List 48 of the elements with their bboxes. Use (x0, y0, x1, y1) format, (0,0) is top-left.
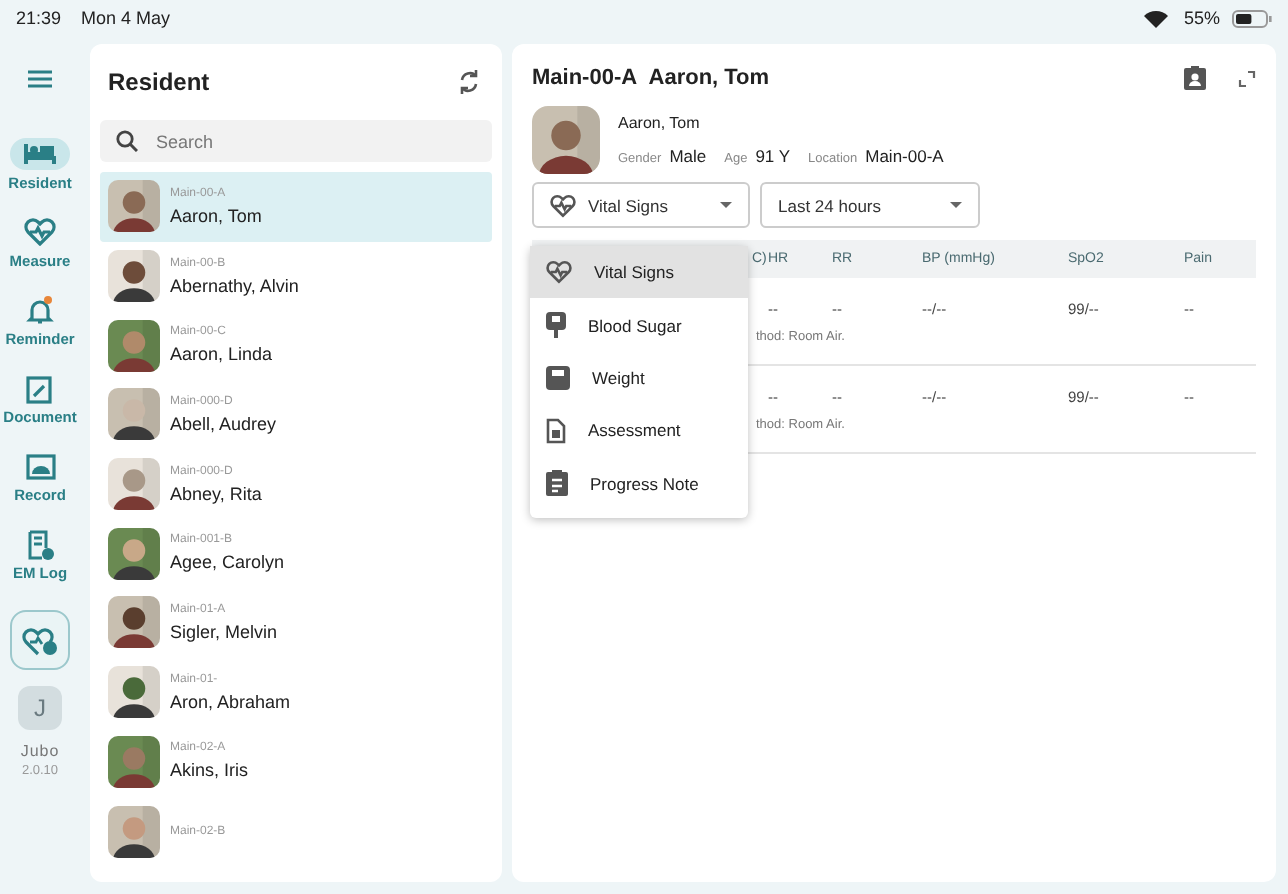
heart-pulse-icon (550, 193, 576, 217)
category-dropdown[interactable]: Vital Signs (532, 182, 750, 228)
menu-item[interactable]: Vital Signs (530, 246, 748, 299)
search-icon (116, 130, 138, 152)
document-icon (546, 417, 566, 444)
panel-title: Resident (108, 68, 210, 96)
brand-logo: Jubo (20, 742, 60, 760)
field-value: Main-00-A (865, 146, 944, 166)
status-time: 21:39 (16, 8, 62, 28)
resident-name: Aaron, Tom (618, 114, 702, 132)
menu-item[interactable]: Assessment (530, 404, 748, 458)
bell-icon (26, 295, 54, 325)
resident-title: Main-00-A Aaron, Tom (532, 66, 770, 90)
wifi-icon (1143, 9, 1168, 27)
battery-percent: 55% (1183, 8, 1220, 28)
refresh-icon[interactable] (458, 70, 480, 94)
field-value: Male (669, 146, 707, 166)
document-icon (26, 373, 53, 403)
glucose-meter-icon (546, 312, 566, 339)
resident-name: Agee, Carolyn (170, 552, 285, 573)
status-date: Mon 4 May (81, 8, 171, 28)
menu-icon (28, 70, 52, 88)
log-icon (26, 529, 54, 559)
scale-icon (546, 365, 570, 390)
heart-plus-icon (22, 625, 58, 655)
menu-item[interactable]: Weight (530, 351, 748, 405)
add-measurement-button[interactable] (10, 610, 70, 670)
battery-icon (1232, 9, 1272, 27)
resident-name: Abell, Audrey (170, 413, 277, 434)
resident-name: Abernathy, Alvin (170, 275, 299, 296)
search-field[interactable]: Search (100, 120, 492, 162)
resident-name: Aaron, Tom (170, 205, 262, 226)
resident-name: Aaron, Linda (170, 344, 273, 365)
resident-name: Aron, Abraham (170, 691, 291, 712)
bed-icon (24, 142, 56, 166)
resident-name: Abney, Rita (170, 483, 262, 504)
field-value: 91 Y (755, 146, 791, 166)
menu-item[interactable]: Blood Sugar (530, 298, 748, 352)
id-badge-icon[interactable] (1184, 66, 1206, 90)
resident-name: Akins, Iris (170, 760, 249, 781)
heart-pulse-icon (546, 260, 572, 285)
image-icon (25, 453, 55, 479)
menu-item[interactable]: Progress Note (530, 457, 748, 510)
time-range-dropdown[interactable]: Last 24 hours (760, 182, 980, 228)
resident-name: Sigler, Melvin (170, 621, 278, 642)
expand-icon[interactable] (1238, 69, 1256, 87)
clipboard-icon (546, 470, 568, 497)
heart-pulse-icon (24, 218, 56, 246)
